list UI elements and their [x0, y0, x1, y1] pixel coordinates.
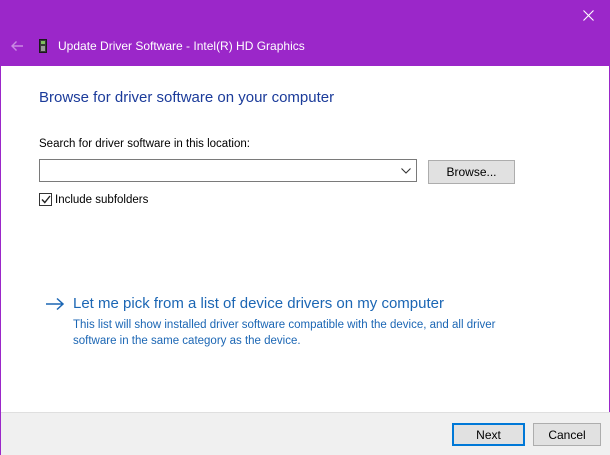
- pick-from-list-title[interactable]: Let me pick from a list of device driver…: [73, 295, 444, 312]
- wizard-title: Update Driver Software - Intel(R) HD Gra…: [58, 39, 305, 53]
- chevron-down-icon: [401, 167, 411, 174]
- pick-from-list-description: This list will show installed driver sof…: [73, 319, 496, 347]
- browse-button[interactable]: Browse...: [428, 160, 515, 184]
- combobox-dropdown-button[interactable]: [396, 160, 416, 181]
- wizard-header: Update Driver Software - Intel(R) HD Gra…: [1, 31, 610, 66]
- title-bar: [1, 0, 610, 31]
- right-arrow-icon: [46, 297, 65, 311]
- include-subfolders-checkbox[interactable]: [39, 193, 52, 206]
- checkmark-icon: [40, 195, 51, 204]
- search-location-label: Search for driver software in this locat…: [39, 138, 250, 150]
- search-location-input[interactable]: [40, 160, 395, 181]
- cancel-button[interactable]: Cancel: [533, 423, 601, 446]
- close-button[interactable]: [565, 0, 610, 31]
- search-location-combobox[interactable]: [39, 159, 417, 182]
- next-button[interactable]: Next: [452, 423, 525, 446]
- include-subfolders-option[interactable]: Include subfolders: [39, 193, 148, 206]
- back-button[interactable]: [5, 31, 29, 61]
- close-icon: [582, 10, 594, 21]
- include-subfolders-label: Include subfolders: [55, 193, 149, 206]
- back-arrow-icon: [11, 41, 23, 51]
- update-driver-window: Update Driver Software - Intel(R) HD Gra…: [0, 0, 610, 455]
- page-heading: Browse for driver software on your compu…: [39, 89, 335, 106]
- graphics-card-icon: [39, 39, 47, 53]
- wizard-footer: Next Cancel: [1, 412, 610, 455]
